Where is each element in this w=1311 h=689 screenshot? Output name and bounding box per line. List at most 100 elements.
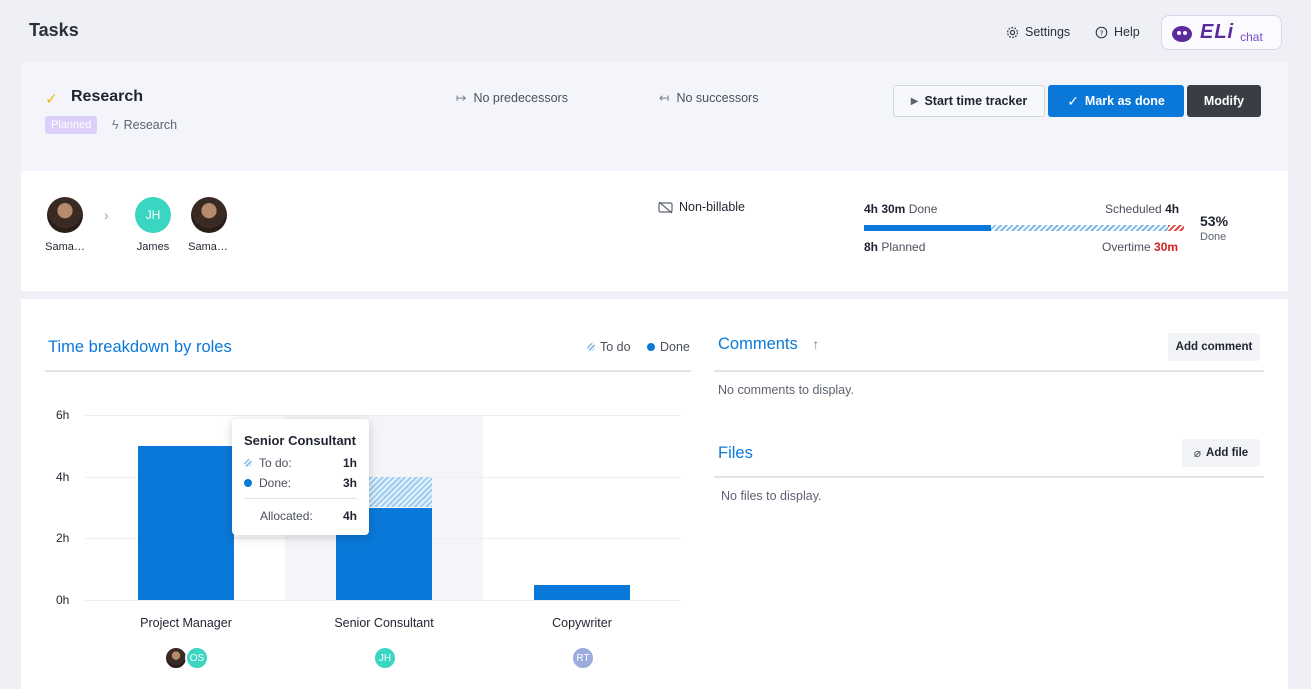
non-billable-icon xyxy=(658,201,673,213)
task-header: ✓ Research Planned ϟ Research ↦ No prede… xyxy=(21,62,1288,171)
divider xyxy=(714,370,1264,372)
overtime: Overtime 30m xyxy=(1102,240,1178,254)
todo-swatch xyxy=(244,459,252,467)
progress-fill xyxy=(864,225,992,231)
add-file-button[interactable]: ⌀ Add file xyxy=(1182,439,1260,467)
legend-done-label: Done xyxy=(660,340,690,354)
avatar[interactable]: RT xyxy=(571,646,595,670)
robot-icon xyxy=(1172,25,1192,42)
modify-button[interactable]: Modify xyxy=(1187,85,1261,117)
predecessors[interactable]: ↦ No predecessors xyxy=(456,90,568,106)
scheduled-time: Scheduled 4h xyxy=(1105,202,1179,216)
scheduled-label: Scheduled xyxy=(1105,202,1162,216)
help-link[interactable]: ? Help xyxy=(1095,25,1140,39)
planned-value: 8h xyxy=(864,240,879,254)
eli-chat-button[interactable]: ELi chat xyxy=(1161,15,1282,50)
check-icon: ✓ xyxy=(45,91,58,108)
gridline xyxy=(85,600,681,601)
tooltip-allocated-label: Allocated: xyxy=(260,509,313,523)
divider xyxy=(714,476,1264,478)
page-title: Tasks xyxy=(29,20,79,40)
add-comment-button[interactable]: Add comment xyxy=(1168,333,1260,361)
percent-done-label: Done xyxy=(1200,231,1227,243)
settings-label: Settings xyxy=(1025,25,1071,39)
bar-done[interactable] xyxy=(138,445,234,600)
start-tracker-label: Start time tracker xyxy=(924,94,1028,108)
tooltip-done-value: 3h xyxy=(342,476,357,490)
gear-icon xyxy=(1007,26,1018,38)
help-icon: ? xyxy=(1095,26,1108,38)
successors[interactable]: ↤ No successors xyxy=(659,90,759,106)
percent-done: 53% xyxy=(1200,213,1229,229)
comments-title-label: Comments xyxy=(718,335,798,353)
legend-todo[interactable]: To do xyxy=(587,340,631,354)
details-panel: Time breakdown by roles To do Done 6h 4h 2… xyxy=(21,299,1288,689)
overtime-label: Overtime xyxy=(1102,240,1151,254)
start-time-tracker-button[interactable]: ▶ Start time tracker xyxy=(893,85,1045,117)
project-link[interactable]: ϟ Research xyxy=(112,118,177,132)
lightning-icon: ϟ xyxy=(112,118,119,132)
done-swatch xyxy=(244,479,252,487)
paperclip-icon: ⌀ xyxy=(1193,446,1202,460)
files-title: Files xyxy=(718,444,753,462)
divider xyxy=(45,370,691,372)
overtime-fill xyxy=(1168,225,1184,231)
chart-tooltip: Senior Consultant To do: 1h Done: 3h All… xyxy=(232,419,369,535)
tooltip-done-row: Done: 3h xyxy=(244,476,357,490)
avatar[interactable]: JH xyxy=(373,646,397,670)
chevron-right-icon: › xyxy=(104,207,109,223)
sort-arrow-up-icon[interactable]: ↑ xyxy=(812,336,819,352)
mark-as-done-button[interactable]: ✓ Mark as done xyxy=(1048,85,1184,117)
top-bar: Tasks Settings ? Help ELi chat xyxy=(0,0,1311,62)
arrow-left-bar-icon: ↤ xyxy=(659,91,670,105)
predecessors-label: No predecessors xyxy=(473,90,568,105)
help-label: Help xyxy=(1114,25,1140,39)
person-name: James xyxy=(136,241,170,253)
avatar[interactable] xyxy=(191,197,227,233)
done-value: 4h 30m xyxy=(864,202,906,216)
done-swatch xyxy=(647,343,655,351)
todo-swatch xyxy=(587,343,595,351)
assignees-progress-panel: Sama… › JH James Sama… Non-billable 4h 3… xyxy=(21,171,1288,291)
divider xyxy=(244,498,357,499)
time-progress-bar xyxy=(864,225,1184,231)
y-tick-label: 0h xyxy=(56,593,70,607)
settings-link[interactable]: Settings xyxy=(1006,25,1070,39)
avatar[interactable]: JH xyxy=(135,197,171,233)
svg-text:?: ? xyxy=(1100,28,1104,37)
avatar[interactable] xyxy=(47,197,83,233)
y-tick-label: 4h xyxy=(56,469,70,484)
avatar[interactable]: OS xyxy=(185,646,209,670)
person-name: Sama… xyxy=(188,241,228,253)
successors-label: No successors xyxy=(676,90,759,105)
person-name: Sama… xyxy=(45,241,85,253)
legend-todo-label: To do xyxy=(600,340,631,354)
legend-done[interactable]: Done xyxy=(647,340,690,354)
time-breakdown-title: Time breakdown by roles xyxy=(48,338,232,356)
eli-logo: ELi xyxy=(1200,21,1235,43)
tooltip-todo-value: 1h xyxy=(342,456,357,470)
add-file-label: Add file xyxy=(1206,447,1249,459)
done-time: 4h 30m Done xyxy=(864,202,937,216)
files-empty: No files to display. xyxy=(721,489,822,503)
done-label: Done xyxy=(908,202,938,216)
task-title: Research xyxy=(71,88,144,105)
comments-title: Comments ↑ xyxy=(718,335,819,354)
tooltip-todo-label: To do: xyxy=(259,456,292,470)
tooltip-todo-row: To do: 1h xyxy=(244,456,357,470)
tooltip-allocated-row: Allocated: 4h xyxy=(244,509,357,523)
y-tick-label: 2h xyxy=(56,531,70,546)
bar-done[interactable] xyxy=(534,584,630,600)
overtime-value: 30m xyxy=(1154,240,1179,254)
arrow-right-bar-icon: ↦ xyxy=(456,91,467,105)
tooltip-done-label: Done: xyxy=(259,476,292,490)
tooltip-allocated-value: 4h xyxy=(342,509,357,523)
tooltip-title: Senior Consultant xyxy=(244,433,356,448)
mark-done-label: Mark as done xyxy=(1084,94,1165,108)
project-name: Research xyxy=(123,118,178,132)
y-tick-label: 6h xyxy=(56,408,70,422)
billing-label: Non-billable xyxy=(679,200,746,214)
planned-label: Planned xyxy=(881,240,926,254)
comments-empty: No comments to display. xyxy=(718,383,854,397)
planned-time: 8h Planned xyxy=(864,240,925,254)
